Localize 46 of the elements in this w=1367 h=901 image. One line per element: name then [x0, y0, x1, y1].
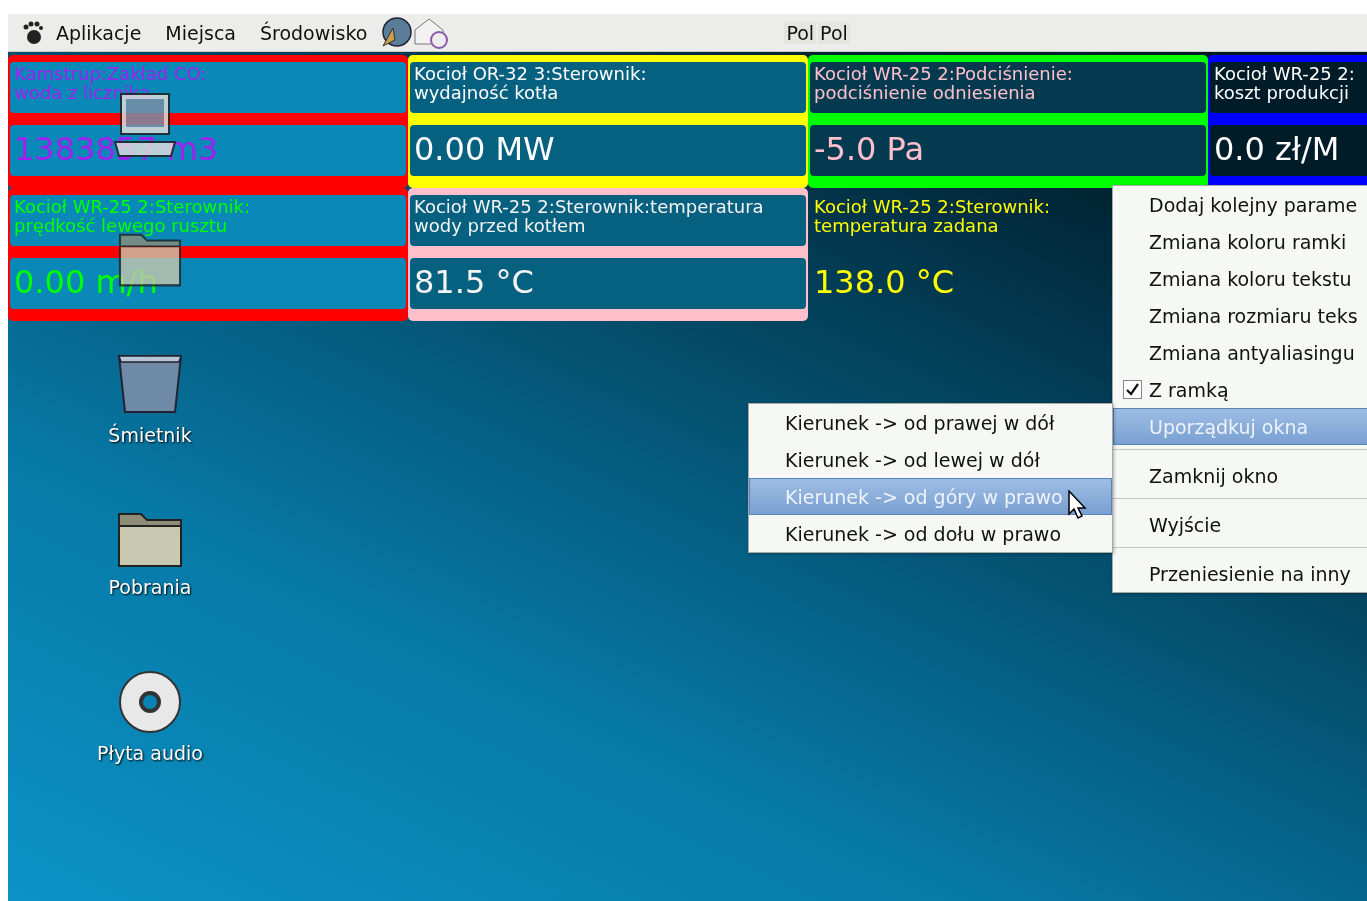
checkbox[interactable]	[1123, 380, 1142, 399]
widget-subtitle: woda z licznika	[14, 83, 150, 102]
user-name[interactable]: Pol	[818, 21, 850, 44]
menu-item[interactable]: Wyjście	[1113, 506, 1367, 543]
widget-title: Kocioł WR-25 2:	[1214, 64, 1355, 83]
disc-icon	[118, 670, 182, 734]
user-name[interactable]: Pol	[784, 21, 817, 44]
menu-item[interactable]: Zmiana antyaliasingu	[1113, 334, 1367, 371]
menu-item[interactable]: Zmiana rozmiaru teks	[1113, 297, 1367, 334]
desktop-icon-label[interactable]: Pobrania	[108, 576, 192, 598]
checkmark-icon	[1125, 382, 1140, 397]
widget-subtitle: podciśnienie odniesienia	[814, 83, 1036, 102]
widget-title: Kocioł WR-25 2:Sterownik:	[814, 197, 1051, 216]
menu-item[interactable]: Zamknij okno	[1113, 457, 1367, 494]
widget-value: 0.0 zł/M	[1214, 128, 1340, 170]
widget-value: 81.5 °C	[414, 261, 534, 303]
widget-value: -5.0 Pa	[814, 128, 925, 170]
folder-icon	[117, 510, 183, 568]
globe-icon[interactable]	[379, 15, 414, 50]
menu-item[interactable]: Z ramką	[1113, 371, 1367, 408]
widget-subtitle: koszt produkcji	[1214, 83, 1349, 102]
widget-subtitle: wody przed kotłem	[414, 216, 586, 235]
foot-icon[interactable]	[22, 20, 44, 45]
widget-subtitle: prędkość lewego rusztu	[14, 216, 228, 235]
desktop-icon-label[interactable]: Płyta audio	[97, 742, 203, 764]
widget-value: 138.0 °C	[814, 261, 955, 303]
menu-item[interactable]: Dodaj kolejny parame	[1113, 186, 1367, 223]
menu-item[interactable]: Kierunek -> od dołu w prawo	[749, 515, 1112, 552]
menu-item[interactable]: Zmiana koloru ramki	[1113, 223, 1367, 260]
widget-title: Kocioł OR-32 3:Sterownik:	[414, 64, 647, 83]
widget-value: 0.00 MW	[414, 128, 555, 170]
cursor-icon	[1068, 490, 1088, 520]
menu-item[interactable]: Kierunek -> od prawej w dół	[749, 404, 1112, 441]
desktop-icon-label[interactable]: Śmietnik	[108, 424, 192, 446]
menu-item[interactable]: Kierunek -> od lewej w dół	[749, 441, 1112, 478]
panel-menu[interactable]: Środowisko	[248, 21, 380, 44]
widget-subtitle: temperatura zadana	[814, 216, 999, 235]
panel-menu[interactable]: Aplikacje	[44, 21, 154, 44]
menu-item[interactable]: Zmiana koloru tekstu	[1113, 260, 1367, 297]
menu-item[interactable]: Przeniesienie na inny	[1113, 555, 1367, 592]
widget-title: Kamstrup:Zakład CO:	[14, 64, 207, 83]
widget-title: Kocioł WR-25 2:Sterownik:temperatura	[414, 197, 764, 216]
widget-title: Kocioł WR-25 2:Sterownik:	[14, 197, 251, 216]
panel-menu[interactable]: Miejsca	[153, 21, 248, 44]
widget-subtitle: wydajność kotła	[414, 83, 559, 102]
widget-title: Kocioł WR-25 2:Podciśnienie:	[814, 64, 1073, 83]
